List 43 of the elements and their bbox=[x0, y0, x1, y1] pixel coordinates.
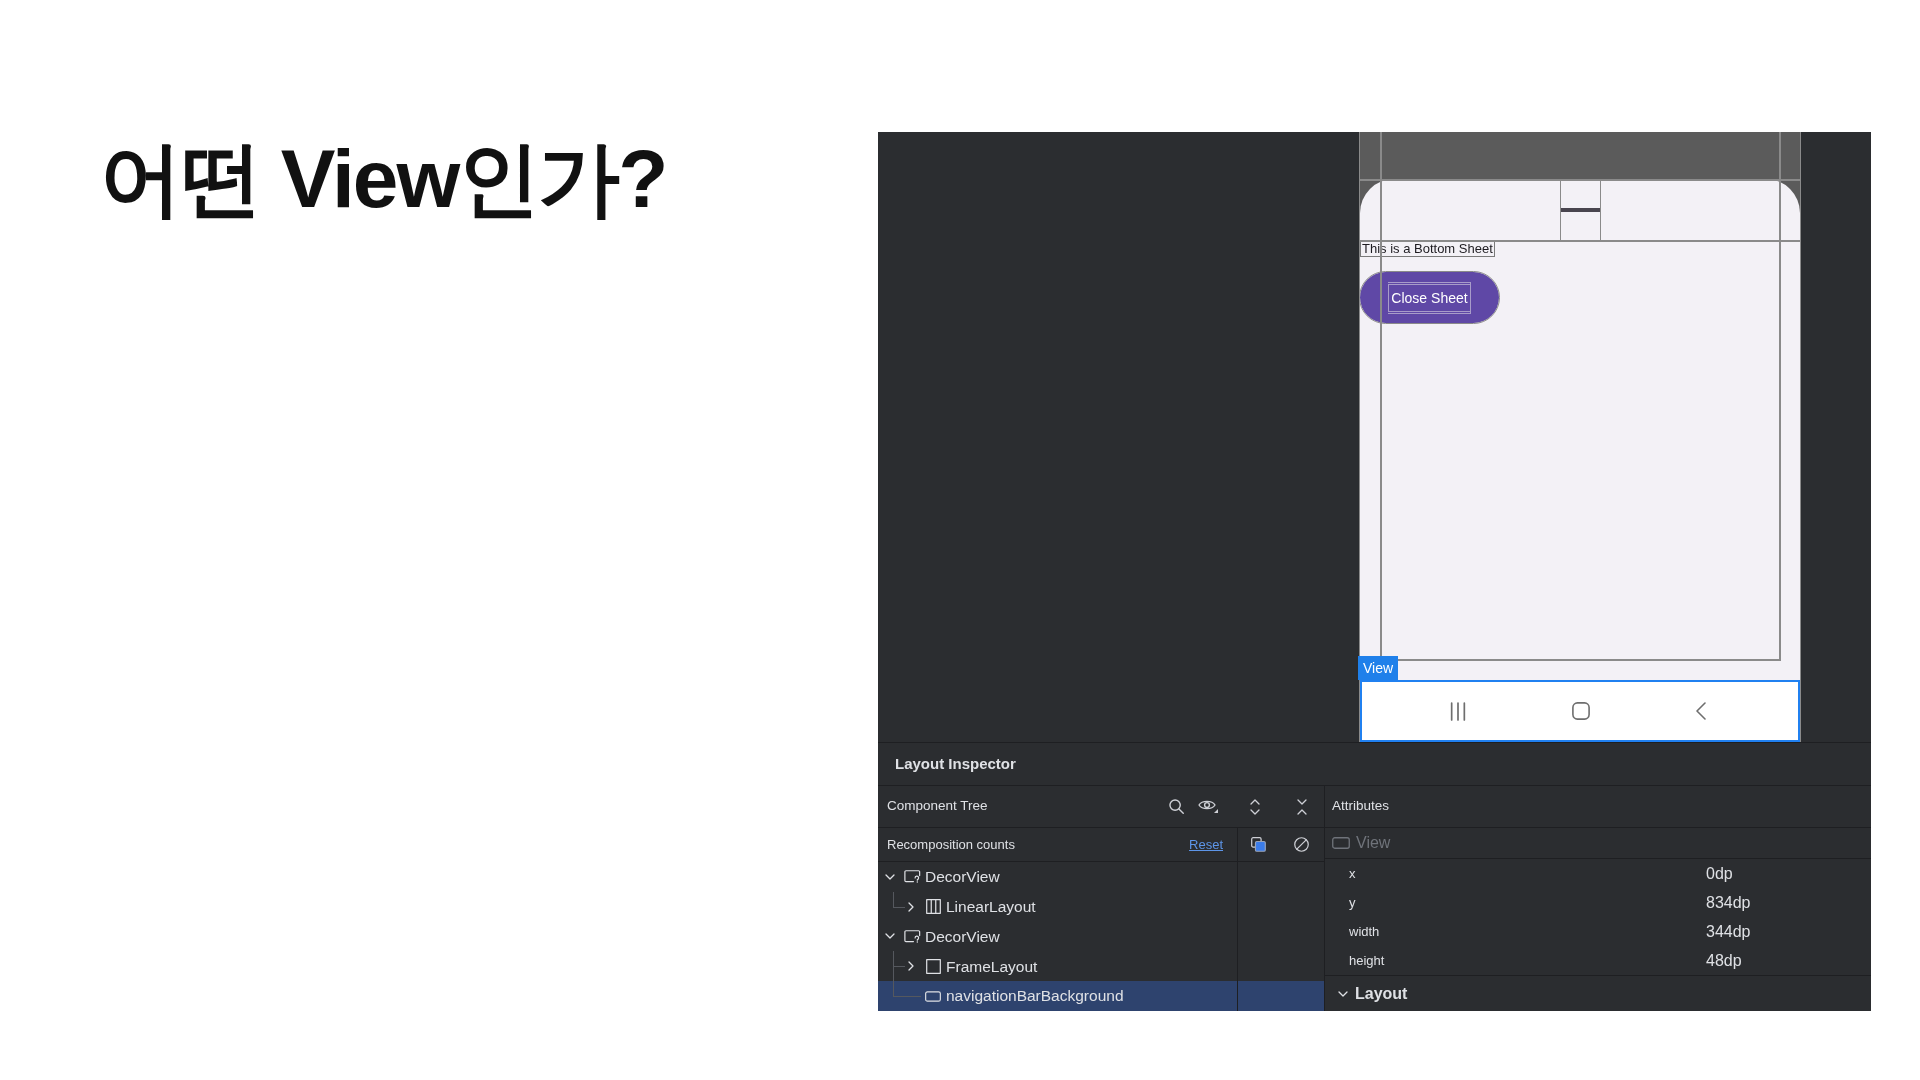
tree-item[interactable]: DecorView bbox=[878, 921, 1324, 952]
chevron-right-icon[interactable] bbox=[908, 901, 914, 912]
rectangle-icon bbox=[925, 990, 941, 1002]
chevron-right-icon[interactable] bbox=[908, 961, 914, 972]
chevron-left-icon[interactable] bbox=[1696, 702, 1706, 720]
square-icon bbox=[925, 958, 941, 974]
panel-title: Layout Inspector bbox=[895, 753, 1016, 774]
attribute-value: 0dp bbox=[1706, 863, 1733, 884]
search-icon[interactable] bbox=[1169, 799, 1184, 814]
attribute-name: y bbox=[1348, 893, 1357, 912]
recomposition-label: Recomposition counts bbox=[887, 835, 1015, 854]
chevrons-down-up-icon[interactable] bbox=[1297, 798, 1307, 815]
circle-slash-icon[interactable] bbox=[1294, 837, 1309, 852]
eye-icon[interactable] bbox=[1198, 800, 1218, 813]
attribute-name: width bbox=[1348, 922, 1381, 941]
chevron-down-icon[interactable] bbox=[1338, 990, 1348, 997]
tree-item[interactable]: LinearLayout bbox=[878, 891, 1324, 922]
slide-title: 어떤 View인가? bbox=[100, 138, 668, 220]
attribute-value: 344dp bbox=[1706, 921, 1751, 942]
window-question-icon bbox=[903, 870, 921, 884]
attribute-name: x bbox=[1348, 864, 1357, 883]
chevrons-up-down-icon[interactable] bbox=[1250, 798, 1260, 815]
attribute-name: height bbox=[1348, 951, 1386, 970]
drag-handle[interactable] bbox=[1560, 207, 1600, 212]
reset-link[interactable]: Reset bbox=[1189, 834, 1223, 855]
tree-item[interactable]: navigationBarBackground bbox=[878, 981, 1324, 1011]
close-sheet-button[interactable]: Close Sheet bbox=[1360, 272, 1499, 323]
tree-item[interactable]: DecorView bbox=[878, 862, 1324, 892]
window-question-icon bbox=[903, 930, 921, 943]
rounded-square-icon[interactable] bbox=[1572, 702, 1590, 720]
selected-view-name: View bbox=[1356, 833, 1391, 853]
section-title: Attributes bbox=[1332, 797, 1390, 816]
section-title: Component Tree bbox=[887, 797, 988, 816]
selection-label: View bbox=[1358, 656, 1399, 680]
section-header[interactable]: Layout bbox=[1355, 981, 1408, 1006]
three-bars-icon[interactable] bbox=[1450, 701, 1466, 721]
attribute-value: 834dp bbox=[1706, 892, 1751, 913]
chevron-down-icon[interactable] bbox=[885, 873, 895, 880]
rectangle-icon bbox=[1332, 837, 1350, 849]
overlapping-squares-icon[interactable] bbox=[1251, 837, 1266, 852]
attribute-value: 48dp bbox=[1706, 950, 1742, 971]
chevron-down-icon[interactable] bbox=[885, 933, 895, 940]
columns-icon bbox=[925, 899, 941, 915]
